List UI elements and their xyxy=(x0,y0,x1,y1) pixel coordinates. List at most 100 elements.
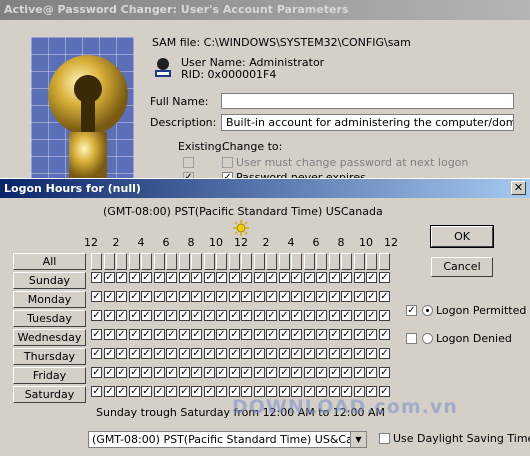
hour-cell[interactable]: ✓ xyxy=(204,310,215,321)
hour-cell[interactable]: ✓ xyxy=(241,329,252,340)
hour-cell[interactable]: ✓ xyxy=(104,310,115,321)
hour-cell[interactable]: ✓ xyxy=(154,329,165,340)
hour-cell[interactable]: ✓ xyxy=(204,386,215,397)
hour-cell[interactable]: ✓ xyxy=(191,348,202,359)
hour-cell[interactable]: ✓ xyxy=(104,272,115,283)
hour-cell[interactable]: ✓ xyxy=(241,272,252,283)
hour-cell[interactable]: ✓ xyxy=(179,348,190,359)
hour-cell[interactable]: ✓ xyxy=(379,348,390,359)
hour-cell[interactable]: ✓ xyxy=(279,310,290,321)
hour-cell[interactable]: ✓ xyxy=(291,291,302,302)
logon-permitted-radio[interactable] xyxy=(422,305,433,316)
hour-cell[interactable]: ✓ xyxy=(141,310,152,321)
hour-cell[interactable]: ✓ xyxy=(216,329,227,340)
hour-cell[interactable]: ✓ xyxy=(216,348,227,359)
hour-cell[interactable]: ✓ xyxy=(279,329,290,340)
hour-cell[interactable]: ✓ xyxy=(204,329,215,340)
hour-cell[interactable]: ✓ xyxy=(154,310,165,321)
hour-header-button[interactable] xyxy=(141,253,152,270)
hour-cell[interactable]: ✓ xyxy=(304,291,315,302)
hour-header-button[interactable] xyxy=(204,253,215,270)
close-icon[interactable]: ✕ xyxy=(511,181,526,195)
hour-cell[interactable]: ✓ xyxy=(166,310,177,321)
hour-cell[interactable]: ✓ xyxy=(116,291,127,302)
hour-cell[interactable]: ✓ xyxy=(266,367,277,378)
hour-cell[interactable]: ✓ xyxy=(279,291,290,302)
hour-cell[interactable]: ✓ xyxy=(254,310,265,321)
hour-cell[interactable]: ✓ xyxy=(366,291,377,302)
hour-cell[interactable]: ✓ xyxy=(241,348,252,359)
hour-cell[interactable]: ✓ xyxy=(116,367,127,378)
hour-cell[interactable]: ✓ xyxy=(91,310,102,321)
hour-cell[interactable]: ✓ xyxy=(229,348,240,359)
hour-cell[interactable]: ✓ xyxy=(354,310,365,321)
hour-cell[interactable]: ✓ xyxy=(191,272,202,283)
hour-cell[interactable]: ✓ xyxy=(379,367,390,378)
hour-cell[interactable]: ✓ xyxy=(191,367,202,378)
hour-header-button[interactable] xyxy=(291,253,302,270)
chevron-down-icon[interactable]: ▼ xyxy=(350,432,366,447)
hour-header-button[interactable] xyxy=(354,253,365,270)
hour-cell[interactable]: ✓ xyxy=(254,348,265,359)
hour-cell[interactable]: ✓ xyxy=(229,367,240,378)
hour-cell[interactable]: ✓ xyxy=(104,291,115,302)
must-change-checkbox[interactable] xyxy=(222,157,233,168)
hour-cell[interactable]: ✓ xyxy=(341,348,352,359)
hour-cell[interactable]: ✓ xyxy=(91,329,102,340)
hour-cell[interactable]: ✓ xyxy=(341,291,352,302)
hour-cell[interactable]: ✓ xyxy=(354,291,365,302)
hour-cell[interactable]: ✓ xyxy=(179,367,190,378)
description-field[interactable]: Built-in account for administering the c… xyxy=(221,114,514,131)
hour-cell[interactable]: ✓ xyxy=(291,310,302,321)
hour-cell[interactable]: ✓ xyxy=(216,272,227,283)
hour-cell[interactable]: ✓ xyxy=(366,272,377,283)
hour-cell[interactable]: ✓ xyxy=(141,291,152,302)
hour-cell[interactable]: ✓ xyxy=(341,367,352,378)
hour-cell[interactable]: ✓ xyxy=(316,348,327,359)
hour-cell[interactable]: ✓ xyxy=(341,310,352,321)
hour-cell[interactable]: ✓ xyxy=(279,348,290,359)
hour-cell[interactable]: ✓ xyxy=(304,348,315,359)
hour-cell[interactable]: ✓ xyxy=(366,348,377,359)
hour-cell[interactable]: ✓ xyxy=(266,348,277,359)
day-button-wednesday[interactable]: Wednesday xyxy=(13,329,86,346)
hour-cell[interactable]: ✓ xyxy=(341,272,352,283)
hour-cell[interactable]: ✓ xyxy=(179,272,190,283)
hour-cell[interactable]: ✓ xyxy=(254,291,265,302)
hour-cell[interactable]: ✓ xyxy=(366,329,377,340)
hour-cell[interactable]: ✓ xyxy=(129,348,140,359)
hour-cell[interactable]: ✓ xyxy=(116,348,127,359)
hour-cell[interactable]: ✓ xyxy=(354,348,365,359)
hour-cell[interactable]: ✓ xyxy=(379,291,390,302)
timezone-select[interactable]: (GMT-08:00) PST(Pacific Standard Time) U… xyxy=(88,431,367,448)
hour-cell[interactable]: ✓ xyxy=(204,272,215,283)
hour-cell[interactable]: ✓ xyxy=(166,367,177,378)
hour-cell[interactable]: ✓ xyxy=(304,329,315,340)
hour-header-button[interactable] xyxy=(329,253,340,270)
hour-header-button[interactable] xyxy=(366,253,377,270)
hour-cell[interactable]: ✓ xyxy=(166,291,177,302)
hour-cell[interactable]: ✓ xyxy=(141,329,152,340)
hour-cell[interactable]: ✓ xyxy=(379,272,390,283)
hour-cell[interactable]: ✓ xyxy=(166,348,177,359)
day-button-saturday[interactable]: Saturday xyxy=(13,386,86,403)
hour-cell[interactable]: ✓ xyxy=(266,310,277,321)
hour-cell[interactable]: ✓ xyxy=(266,272,277,283)
hour-cell[interactable]: ✓ xyxy=(379,310,390,321)
hour-cell[interactable]: ✓ xyxy=(191,291,202,302)
hour-cell[interactable]: ✓ xyxy=(91,272,102,283)
hour-cell[interactable]: ✓ xyxy=(241,310,252,321)
hour-cell[interactable]: ✓ xyxy=(354,367,365,378)
hour-cell[interactable]: ✓ xyxy=(366,367,377,378)
hour-cell[interactable]: ✓ xyxy=(316,310,327,321)
hour-cell[interactable]: ✓ xyxy=(329,272,340,283)
hour-header-button[interactable] xyxy=(266,253,277,270)
hour-cell[interactable]: ✓ xyxy=(91,291,102,302)
hour-cell[interactable]: ✓ xyxy=(154,291,165,302)
hour-cell[interactable]: ✓ xyxy=(191,310,202,321)
hour-cell[interactable]: ✓ xyxy=(229,329,240,340)
hour-cell[interactable]: ✓ xyxy=(204,348,215,359)
hour-cell[interactable]: ✓ xyxy=(129,367,140,378)
day-button-thursday[interactable]: Thursday xyxy=(13,348,86,365)
hour-header-button[interactable] xyxy=(104,253,115,270)
